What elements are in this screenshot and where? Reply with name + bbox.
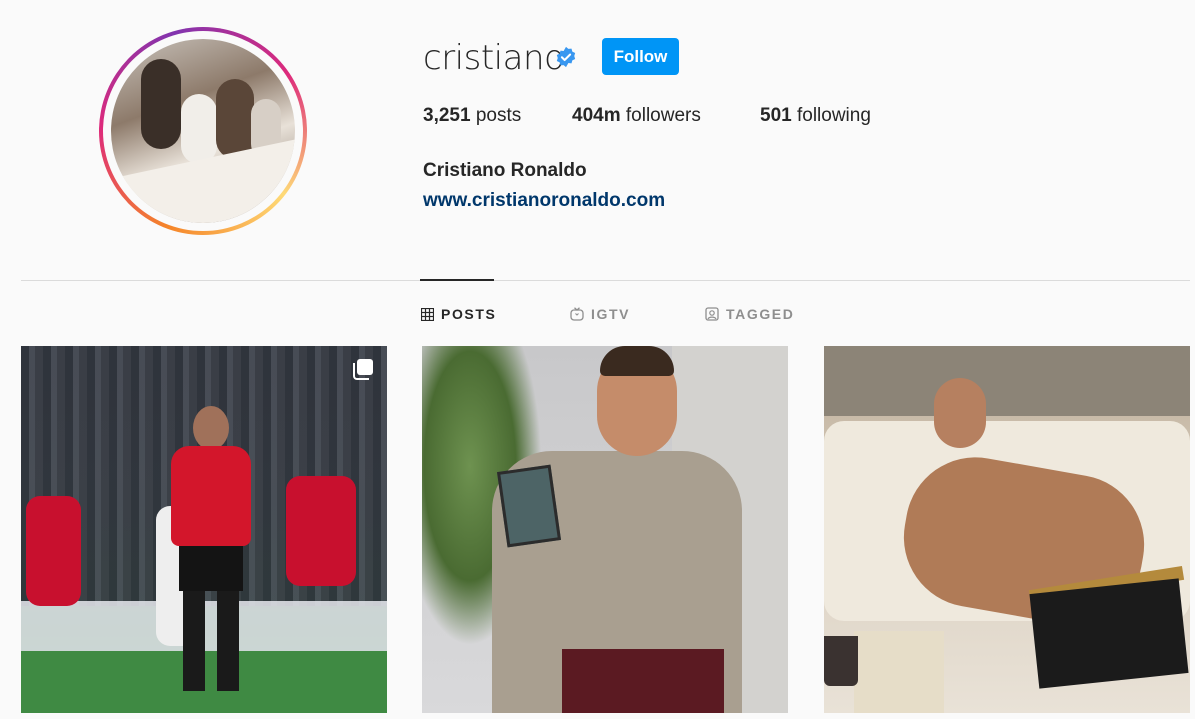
verified-badge-icon [556, 46, 576, 68]
tab-label: TAGGED [726, 306, 795, 322]
tab-igtv[interactable]: IGTV [570, 306, 630, 322]
tab-posts[interactable]: POSTS [421, 306, 496, 322]
tab-tagged[interactable]: TAGGED [705, 306, 794, 322]
carousel-icon [353, 359, 373, 380]
followers-stat[interactable]: 404m followers [572, 105, 701, 127]
followers-count: 404m [572, 105, 621, 126]
posts-stat: 3,251 posts [423, 105, 521, 127]
following-label: following [796, 105, 871, 126]
follow-button[interactable]: Follow [602, 38, 679, 75]
profile-username: cristiano [423, 38, 565, 78]
tagged-icon [705, 307, 719, 321]
igtv-icon [570, 307, 584, 321]
posts-count: 3,251 [423, 105, 471, 126]
tab-label: POSTS [441, 306, 497, 322]
followers-label: followers [625, 105, 701, 126]
avatar-border [103, 31, 303, 231]
following-count: 501 [760, 105, 792, 126]
grid-icon [421, 307, 434, 321]
following-stat[interactable]: 501 following [760, 105, 871, 127]
profile-website-link[interactable]: www.cristianoronaldo.com [423, 190, 665, 212]
tab-label: IGTV [591, 306, 631, 322]
active-tab-indicator [420, 279, 494, 281]
profile-full-name: Cristiano Ronaldo [423, 160, 587, 181]
post-thumbnail[interactable] [422, 346, 788, 713]
tabs-divider [21, 280, 1190, 281]
profile-avatar[interactable] [99, 27, 307, 235]
avatar-photo [111, 39, 295, 223]
post-thumbnail[interactable] [824, 346, 1190, 713]
post-thumbnail[interactable] [21, 346, 387, 713]
posts-label: posts [475, 105, 522, 126]
